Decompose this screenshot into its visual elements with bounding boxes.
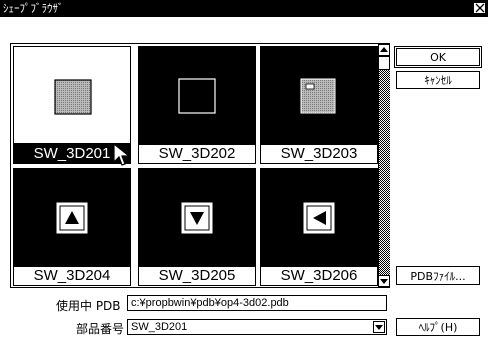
pdb-path-field: c:¥propbwin¥pdb¥op4-3d02.pdb bbox=[127, 295, 387, 311]
ok-button[interactable]: OK bbox=[394, 46, 482, 68]
shape-label: SW_3D204 bbox=[13, 266, 131, 286]
shape-item[interactable]: SW_3D203 bbox=[260, 46, 378, 164]
shape-item[interactable]: SW_3D206 bbox=[260, 168, 378, 286]
chevron-down-icon[interactable] bbox=[373, 321, 385, 333]
arrow-down-icon[interactable] bbox=[378, 275, 390, 287]
part-number-label: 部品番号 bbox=[76, 322, 125, 336]
shape-browser-window: ｼｪｰﾌﾟﾌﾞﾗｳｻﾞ SW_3D201 SW_3D202 SW_3D203 S… bbox=[0, 0, 488, 340]
title-bar: ｼｪｰﾌﾟﾌﾞﾗｳｻﾞ bbox=[0, 0, 488, 17]
scrollbar-thumb[interactable] bbox=[378, 56, 390, 70]
shape-thumbnail bbox=[260, 46, 378, 144]
shape-thumbnail bbox=[13, 168, 131, 266]
shape-grid: SW_3D201 SW_3D202 SW_3D203 SW_3D204 SW_3… bbox=[10, 43, 390, 288]
close-icon[interactable] bbox=[473, 2, 486, 14]
part-number-value: SW_3D201 bbox=[131, 321, 188, 333]
cancel-button[interactable]: ｷｬﾝｾﾙ bbox=[396, 71, 480, 89]
shape-item[interactable]: SW_3D205 bbox=[138, 168, 256, 286]
shape-thumbnail bbox=[138, 46, 256, 144]
shape-item[interactable]: SW_3D204 bbox=[13, 168, 131, 286]
shape-label: SW_3D205 bbox=[138, 266, 256, 286]
part-number-combo[interactable]: SW_3D201 bbox=[127, 319, 387, 335]
window-title: ｼｪｰﾌﾟﾌﾞﾗｳｻﾞ bbox=[3, 2, 64, 15]
shape-thumbnail bbox=[260, 168, 378, 266]
shape-item[interactable]: SW_3D202 bbox=[138, 46, 256, 164]
pdb-file-button[interactable]: PDBﾌｧｲﾙ... bbox=[396, 266, 480, 285]
arrow-up-icon[interactable] bbox=[378, 44, 390, 56]
mouse-pointer-icon bbox=[113, 143, 131, 166]
shape-thumbnail bbox=[138, 168, 256, 266]
shape-label: SW_3D203 bbox=[260, 144, 378, 164]
shape-label: SW_3D202 bbox=[138, 144, 256, 164]
vertical-scrollbar[interactable] bbox=[378, 44, 390, 287]
help-button[interactable]: ﾍﾙﾌﾟ(H) bbox=[396, 318, 480, 336]
shape-thumbnail bbox=[13, 46, 131, 144]
shape-label: SW_3D206 bbox=[260, 266, 378, 286]
scrollbar-track[interactable] bbox=[378, 56, 390, 275]
pdb-label: 使用中 PDB bbox=[56, 299, 121, 313]
